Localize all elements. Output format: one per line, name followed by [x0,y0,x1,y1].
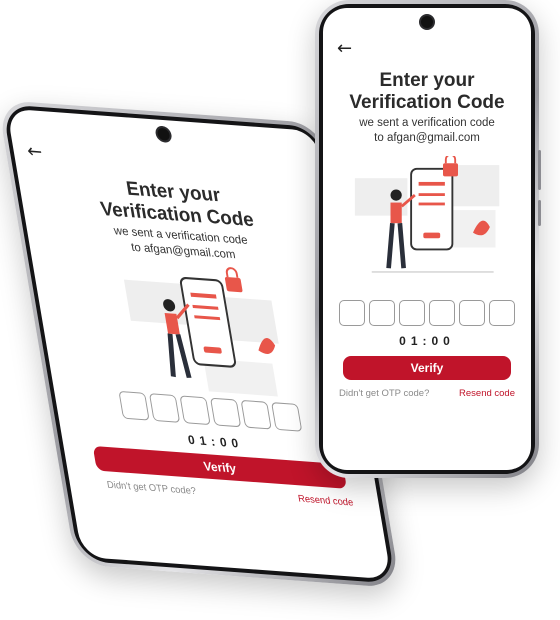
otp-digit-6[interactable] [271,402,303,432]
resend-row: Didn't get OTP code? Resend code [339,388,515,399]
person-shirt [390,202,402,224]
resend-code-link[interactable]: Resend code [459,388,515,399]
subtitle-line-1: we sent a verification code [359,117,495,129]
title-line-1: Enter your [379,70,475,91]
security-illustration [123,267,279,397]
person-head [390,189,402,201]
phone-screen: ← Enter your Verification Code we sent a… [323,8,531,470]
otp-digit-4[interactable] [429,300,455,326]
otp-digit-1[interactable] [118,390,150,421]
countdown-timer: 01:00 [399,334,455,348]
back-arrow-icon[interactable]: ← [337,38,352,59]
otp-digit-3[interactable] [399,300,425,326]
subtitle-email: to afgan@gmail.com [374,131,480,144]
illustration-line [418,181,445,186]
person-legs [386,222,406,269]
illustration-button [423,232,441,239]
otp-digit-1[interactable] [339,300,365,326]
no-code-text: Didn't get OTP code? [106,479,198,498]
otp-digit-2[interactable] [369,300,395,326]
power-button [538,200,541,226]
page-title: Enter your Verification Code [323,70,531,114]
otp-digit-6[interactable] [489,300,515,326]
volume-button [538,150,541,190]
illustration-line [418,193,445,196]
otp-digit-3[interactable] [179,395,211,426]
no-code-text: Didn't get OTP code? [339,388,430,399]
otp-digit-2[interactable] [148,393,181,423]
verify-button[interactable]: Verify [343,356,511,380]
padlock-shackle [225,267,239,278]
illustration-phone [179,277,237,368]
illustration-line [418,202,445,206]
otp-digit-5[interactable] [459,300,485,326]
verification-screen: ← Enter your Verification Code we sent a… [323,8,531,470]
mockup-scene: ← Enter your Verification Code we sent a… [0,0,560,620]
resend-code-link[interactable]: Resend code [297,493,354,508]
padlock-icon [224,276,243,293]
subtitle: we sent a verification code to afgan@gma… [323,116,531,146]
otp-input-row [323,300,531,326]
security-illustration [354,156,500,273]
back-arrow-icon[interactable]: ← [26,140,45,163]
phone-back: ← Enter your Verification Code we sent a… [315,0,541,478]
padlock-shackle [444,156,457,164]
padlock-icon [443,163,458,177]
title-line-2: Verification Code [349,91,505,113]
otp-digit-5[interactable] [240,399,272,430]
otp-digit-4[interactable] [209,397,242,428]
person-legs [167,333,192,378]
